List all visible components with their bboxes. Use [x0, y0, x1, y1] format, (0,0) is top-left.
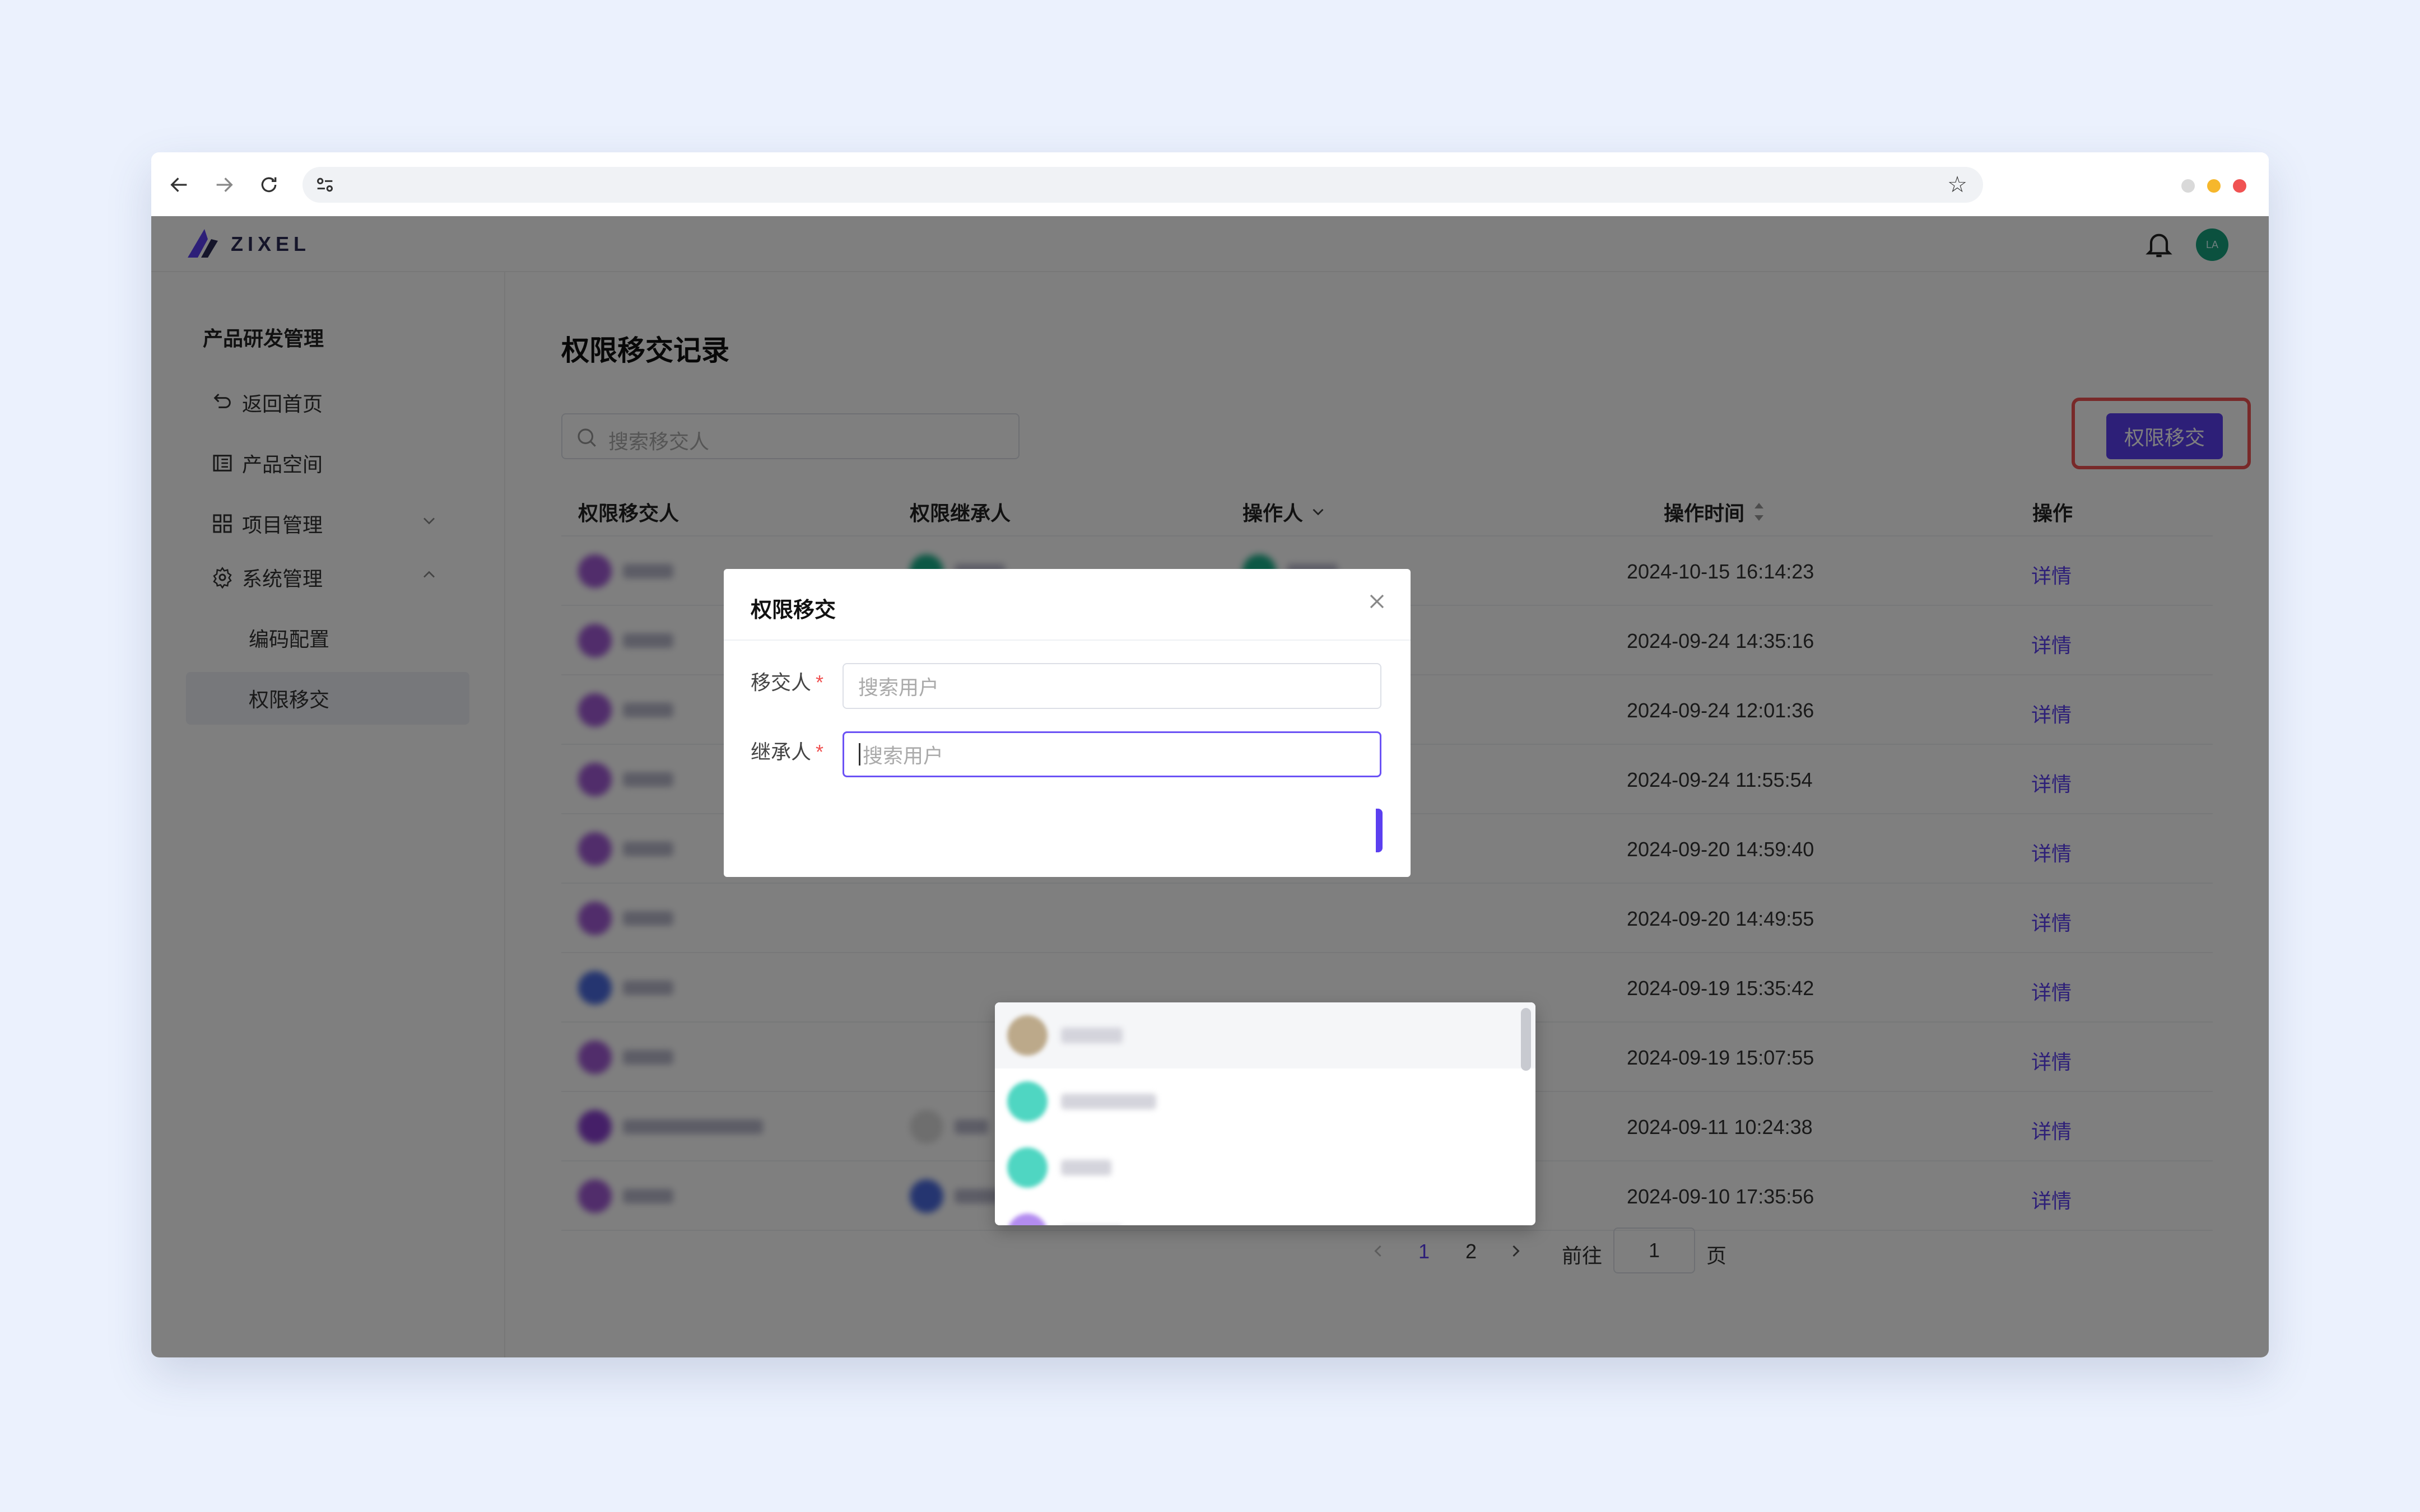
successor-label: 继承人 * [751, 736, 823, 765]
user-dropdown [995, 1002, 1535, 1225]
dropdown-option[interactable] [995, 1201, 1535, 1225]
window-controls [2181, 179, 2246, 193]
permission-transfer-modal: 权限移交 移交人 * 搜索用户 继承人 * 搜索用户 [724, 569, 1411, 877]
bookmark-star-icon[interactable]: ☆ [1947, 172, 1967, 197]
successor-field[interactable]: 搜索用户 [843, 731, 1381, 777]
transferor-label-text: 移交人 [751, 671, 812, 694]
site-settings-icon[interactable] [314, 174, 336, 196]
window-dot-gray[interactable] [2181, 179, 2195, 193]
confirm-button-edge[interactable] [1376, 809, 1383, 852]
transferor-label: 移交人 * [751, 666, 823, 696]
window-dot-red[interactable] [2233, 179, 2246, 193]
reload-icon[interactable] [253, 169, 285, 200]
dropdown-option[interactable] [995, 1068, 1535, 1135]
transferor-placeholder: 搜索用户 [858, 676, 939, 699]
text-caret [859, 743, 860, 766]
back-arrow-icon[interactable] [164, 169, 195, 200]
required-mark: * [816, 671, 824, 694]
window-dot-yellow[interactable] [2207, 179, 2221, 193]
browser-chrome: ☆ [151, 152, 2269, 216]
dropdown-option[interactable] [995, 1002, 1535, 1068]
address-bar[interactable]: ☆ [302, 167, 1983, 203]
dropdown-scrollbar[interactable] [1521, 1008, 1531, 1071]
modal-title: 权限移交 [751, 599, 836, 622]
close-icon[interactable] [1365, 589, 1389, 614]
modal-divider [724, 640, 1411, 641]
dropdown-option[interactable] [995, 1135, 1535, 1201]
transferor-field[interactable]: 搜索用户 [843, 663, 1381, 709]
forward-arrow-icon[interactable] [208, 169, 240, 200]
required-mark: * [816, 740, 824, 763]
successor-placeholder: 搜索用户 [863, 744, 944, 767]
successor-label-text: 继承人 [751, 740, 812, 763]
